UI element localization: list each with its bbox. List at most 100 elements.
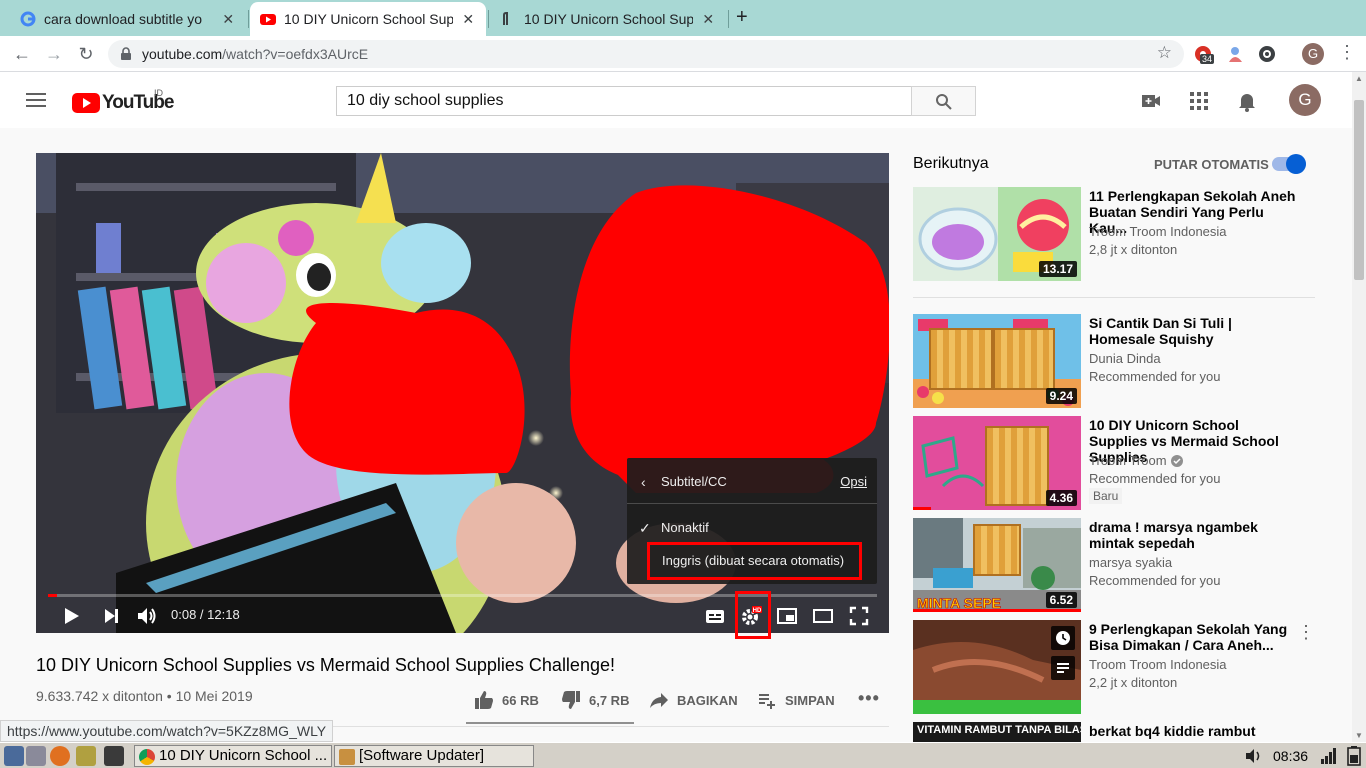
page-scrollbar[interactable]: ▲ ▼ bbox=[1352, 72, 1366, 742]
progress-fill bbox=[48, 594, 58, 597]
create-video-icon[interactable] bbox=[1140, 90, 1162, 112]
lock-icon bbox=[121, 47, 131, 60]
close-icon[interactable]: ✕ bbox=[461, 11, 476, 28]
loading-icon bbox=[503, 12, 508, 25]
dislike-button[interactable]: 6,7 RB bbox=[561, 690, 629, 710]
rec-thumbnail[interactable]: 4.36 bbox=[913, 416, 1081, 510]
volume-icon[interactable] bbox=[1245, 748, 1263, 764]
rec-channel[interactable]: Troom Troom Indonesia bbox=[1089, 657, 1227, 672]
channel-name: Troom Troom bbox=[1089, 453, 1167, 468]
subtitles-icon[interactable] bbox=[704, 605, 726, 627]
duration-badge: 4.36 bbox=[1045, 490, 1077, 506]
divider bbox=[913, 297, 1315, 298]
duration-badge: 9.24 bbox=[1045, 388, 1077, 404]
youtube-masthead: YouTube ID 10 diy school supplies G bbox=[0, 72, 1352, 128]
battery-icon[interactable] bbox=[1346, 746, 1362, 766]
network-signal-icon[interactable] bbox=[1320, 747, 1338, 765]
rec-title[interactable]: Si Cantik Dan Si Tuli | Homesale Squishy bbox=[1089, 315, 1299, 347]
extension-icon[interactable] bbox=[1226, 44, 1246, 64]
browser-tab[interactable]: 10 DIY Unicorn School Sup ✕ bbox=[490, 2, 726, 36]
scroll-down-icon[interactable]: ▼ bbox=[1355, 731, 1363, 740]
rec-views: 2,2 jt x ditonton bbox=[1089, 675, 1178, 690]
search-input[interactable]: 10 diy school supplies bbox=[336, 86, 912, 116]
redaction-overlay bbox=[985, 426, 1049, 506]
rec-title[interactable]: 9 Perlengkapan Sekolah Yang Bisa Dimakan… bbox=[1089, 621, 1289, 653]
apps-grid-icon[interactable] bbox=[1188, 90, 1210, 112]
redaction-overlay bbox=[929, 328, 993, 390]
close-icon[interactable]: ✕ bbox=[221, 11, 236, 28]
clock-icon bbox=[1056, 631, 1070, 645]
notifications-bell-icon[interactable] bbox=[1236, 90, 1258, 112]
app-launcher-icon[interactable] bbox=[76, 746, 96, 766]
bookmark-star-icon[interactable]: ☆ bbox=[1157, 43, 1172, 63]
browser-tab-active[interactable]: 10 DIY Unicorn School Sup ✕ bbox=[250, 2, 486, 36]
file-manager-icon[interactable] bbox=[26, 746, 46, 766]
rec-thumbnail[interactable]: VITAMIN RAMBUT TANPA BILAS bbox=[913, 722, 1081, 742]
task-label: [Software Updater] bbox=[359, 747, 485, 764]
taskbar-task-chrome[interactable]: 10 DIY Unicorn School ... bbox=[134, 745, 332, 767]
account-avatar[interactable]: G bbox=[1289, 84, 1321, 116]
rec-channel[interactable]: marsya syakia bbox=[1089, 555, 1172, 570]
browser-toolbar: ← → ↻ youtube.com/watch?v=oefdx3AUrcE ☆ bbox=[0, 36, 1366, 72]
divider bbox=[627, 503, 877, 504]
save-button[interactable]: SIMPAN bbox=[757, 690, 835, 710]
rec-thumbnail[interactable] bbox=[913, 620, 1081, 714]
miniplayer-icon[interactable] bbox=[776, 605, 798, 627]
verified-check-icon bbox=[1170, 454, 1183, 467]
play-icon[interactable] bbox=[60, 605, 82, 627]
menu-title: Subtitel/CC bbox=[661, 474, 727, 489]
video-meta: 9.633.742 x ditonton • 10 Mei 2019 bbox=[36, 688, 253, 704]
rec-thumbnail[interactable]: 13.17 bbox=[913, 187, 1081, 281]
show-desktop-icon[interactable] bbox=[4, 746, 24, 766]
close-icon[interactable]: ✕ bbox=[701, 11, 716, 28]
clock: 08:36 bbox=[1273, 748, 1309, 764]
rec-channel[interactable]: Troom Troom bbox=[1089, 453, 1183, 468]
scroll-up-icon[interactable]: ▲ bbox=[1355, 74, 1363, 83]
more-vert-icon[interactable]: ⋮ bbox=[1297, 622, 1315, 643]
address-bar[interactable]: youtube.com/watch?v=oefdx3AUrcE ☆ bbox=[108, 40, 1184, 68]
volume-icon[interactable] bbox=[136, 605, 158, 627]
scroll-thumb[interactable] bbox=[1354, 100, 1364, 280]
sentiment-fill bbox=[466, 722, 628, 724]
tab-title: 10 DIY Unicorn School Sup bbox=[284, 11, 453, 27]
rec-title[interactable]: berkat bq4 kiddie rambut bbox=[1089, 723, 1299, 739]
menu-item-off[interactable]: Nonaktif bbox=[661, 520, 709, 535]
like-count: 66 RB bbox=[502, 692, 539, 708]
search-button[interactable] bbox=[911, 86, 976, 116]
like-button[interactable]: 66 RB bbox=[474, 690, 539, 710]
firefox-icon[interactable] bbox=[50, 746, 70, 766]
extension-icon[interactable] bbox=[1257, 44, 1277, 64]
fullscreen-icon[interactable] bbox=[848, 605, 870, 627]
new-tab-button[interactable]: + bbox=[736, 6, 748, 29]
rec-thumbnail[interactable]: 9.24 bbox=[913, 314, 1081, 408]
browser-tab[interactable]: cara download subtitle yo ✕ bbox=[10, 2, 246, 36]
youtube-play-icon bbox=[72, 93, 100, 113]
share-button[interactable]: BAGIKAN bbox=[649, 690, 738, 710]
autoplay-toggle-knob[interactable] bbox=[1286, 154, 1306, 174]
more-vert-icon[interactable]: ⋮ bbox=[1338, 42, 1356, 63]
reload-icon[interactable]: ↻ bbox=[74, 42, 98, 66]
sentiment-bar bbox=[466, 722, 634, 724]
taskbar-task-updater[interactable]: [Software Updater] bbox=[334, 745, 534, 767]
rec-thumbnail[interactable]: MINTA SEPE 6.52 bbox=[913, 518, 1081, 612]
menu-item-english-auto[interactable]: Inggris (dibuat secara otomatis) bbox=[647, 542, 862, 580]
forward-icon[interactable]: → bbox=[42, 42, 66, 66]
back-icon[interactable]: ← bbox=[10, 42, 34, 66]
menu-icon[interactable] bbox=[26, 93, 46, 111]
add-to-queue-button[interactable] bbox=[1051, 656, 1075, 680]
up-next-heading: Berikutnya bbox=[913, 155, 989, 172]
theater-mode-icon[interactable] bbox=[812, 605, 834, 627]
options-link[interactable]: Opsi bbox=[840, 474, 867, 489]
more-horiz-icon[interactable]: ••• bbox=[858, 688, 880, 709]
profile-avatar[interactable]: G bbox=[1302, 43, 1324, 65]
chevron-left-icon[interactable]: ‹ bbox=[641, 474, 646, 490]
share-icon bbox=[650, 693, 668, 708]
rec-title[interactable]: drama ! marsya ngambek mintak sepedah bbox=[1089, 519, 1299, 551]
rec-channel[interactable]: Dunia Dinda bbox=[1089, 351, 1161, 366]
rec-channel[interactable]: Troom Troom Indonesia bbox=[1089, 224, 1227, 239]
browser-tab-strip: cara download subtitle yo ✕ 10 DIY Unico… bbox=[0, 0, 1366, 36]
terminal-icon[interactable] bbox=[104, 746, 124, 766]
watch-later-button[interactable] bbox=[1051, 626, 1075, 650]
next-icon[interactable] bbox=[100, 605, 122, 627]
autoplay-label: PUTAR OTOMATIS bbox=[1154, 157, 1269, 172]
